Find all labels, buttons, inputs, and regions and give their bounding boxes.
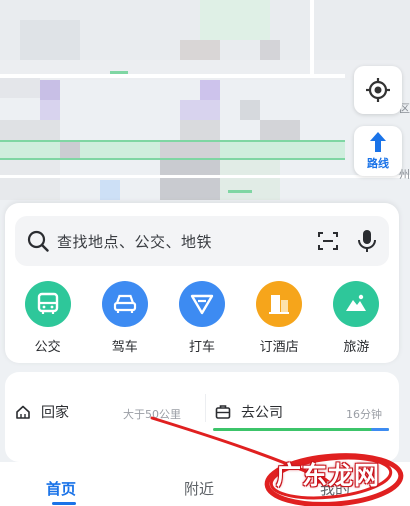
map-tile [240,100,260,120]
voice-button[interactable] [357,229,377,253]
main-card: 查找地点、公交、地铁 公交 驾车 打车 订酒店 旅游 [5,203,399,363]
shortcut-label: 旅游 [343,340,370,355]
map-tile [60,140,80,160]
map-road [310,0,314,74]
scan-icon [318,232,338,250]
search-icon [27,230,49,252]
quick-routes: 回家 大于50公里 去公司 16分钟 [5,372,399,462]
map-road [0,140,345,142]
shortcut-bus[interactable]: 公交 [13,281,83,355]
divider [205,394,206,422]
map-tile [260,40,280,60]
map-tile [200,80,220,100]
search-bar[interactable]: 查找地点、公交、地铁 [15,216,389,266]
tab-home[interactable]: 首页 [46,478,76,499]
map-road [110,71,128,74]
briefcase-icon [215,405,231,419]
shortcut-taxi[interactable]: 打车 [167,281,237,355]
map-tile [40,80,60,100]
locate-button[interactable] [354,66,402,114]
go-home-distance: 大于50公里 [123,408,181,421]
go-home-item[interactable]: 回家 [15,402,69,422]
map-road [0,158,345,160]
search-input[interactable]: 查找地点、公交、地铁 [57,231,317,252]
tab-nearby[interactable]: 附近 [184,478,214,499]
go-company-duration: 16分钟 [346,408,382,421]
map-road [228,190,252,193]
map-tile [180,40,220,60]
shortcut-label: 驾车 [111,340,138,355]
go-company-item[interactable]: 去公司 [215,402,283,422]
route-arrow-icon [370,132,386,152]
map-tile [100,180,120,200]
map-road [0,74,345,78]
shortcut-drive[interactable]: 驾车 [90,281,160,355]
car-icon [101,281,148,327]
route-label: 路线 [367,157,389,170]
home-icon [16,405,30,419]
microphone-icon [358,230,376,252]
scan-button[interactable] [317,230,339,252]
map-tile [180,120,220,140]
shortcut-travel[interactable]: 旅游 [321,281,391,355]
map-tile [40,100,60,120]
bus-icon [24,281,71,327]
travel-icon [333,281,380,327]
locate-icon [366,78,390,102]
taxi-icon [178,281,225,327]
tab-active-indicator [52,502,76,505]
map-tile [160,140,220,160]
map-tile [260,120,300,140]
shortcut-label: 订酒店 [259,340,299,355]
shortcut-label: 打车 [188,340,215,355]
go-home-title: 回家 [41,405,69,421]
map-tile [180,100,220,120]
traffic-bar [213,428,389,431]
map-tile [20,20,80,60]
shortcut-hotel[interactable]: 订酒店 [244,281,314,355]
map-tile [0,160,60,200]
hotel-icon [256,281,303,327]
map-tile [0,120,60,140]
map-tile [220,160,280,200]
map-road [0,175,410,178]
map-view[interactable]: 区 州 路线 [0,0,410,230]
route-button[interactable]: 路线 [354,126,402,176]
go-company-title: 去公司 [241,405,283,421]
shortcut-row: 公交 驾车 打车 订酒店 旅游 [5,281,399,355]
map-tile [200,0,270,40]
watermark: 广东龙网 [276,461,381,490]
map-tile [160,160,220,200]
map-tile [0,78,40,98]
shortcut-label: 公交 [34,340,61,355]
